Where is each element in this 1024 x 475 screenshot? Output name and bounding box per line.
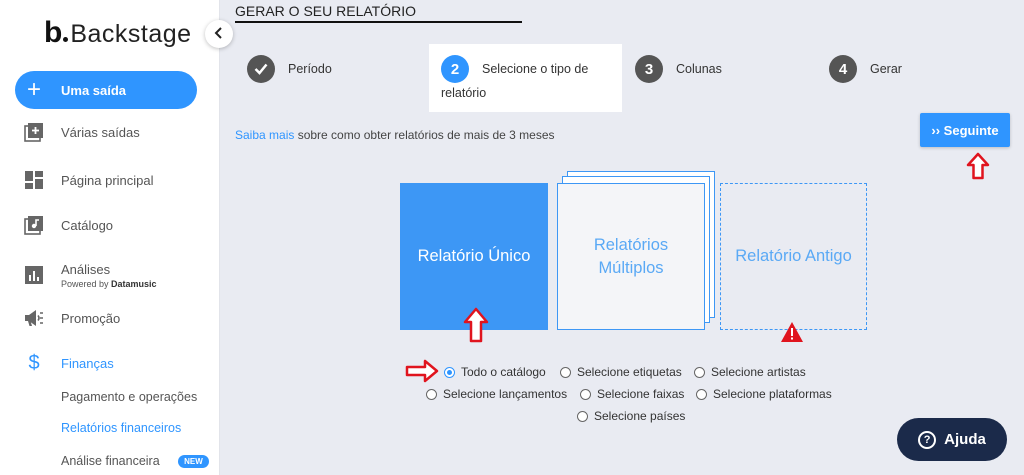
logo-letter: b xyxy=(44,16,63,49)
radio-selecione-plataformas[interactable]: Selecione plataformas xyxy=(696,387,832,401)
sidebar-item-financas[interactable]: $ Finanças xyxy=(15,351,197,375)
radio-dot xyxy=(560,366,571,378)
step-gerar[interactable]: 4 Gerar xyxy=(829,55,902,83)
help-button[interactable]: ? Ajuda xyxy=(897,418,1007,461)
question-icon: ? xyxy=(918,430,937,449)
sidebar: b Backstage + Uma saída Várias saídas Pá… xyxy=(0,0,220,475)
radio-dot xyxy=(426,388,437,400)
radio-selecione-paises[interactable]: Selecione países xyxy=(577,409,685,423)
annotation-arrow-up-icon xyxy=(966,152,990,180)
analises-text: Análises Powered by Datamusic xyxy=(61,262,157,289)
annotation-arrow-up-icon xyxy=(463,307,489,343)
step-number: 4 xyxy=(829,55,857,83)
step-label: Colunas xyxy=(676,62,722,76)
page-title: GERAR O SEU RELATÓRIO xyxy=(235,3,416,19)
radio-dot xyxy=(577,410,588,422)
logo-dot xyxy=(63,37,69,42)
step-colunas[interactable]: 3 Colunas xyxy=(635,55,722,83)
sidebar-item-pagina-principal[interactable]: Página principal xyxy=(15,168,197,192)
radio-label: Selecione lançamentos xyxy=(443,387,568,401)
step-label-continued: relatório xyxy=(441,86,487,100)
radio-dot xyxy=(580,388,591,400)
radio-label: Selecione países xyxy=(594,409,686,423)
megaphone-icon xyxy=(23,307,45,329)
sidebar-subitem-pagamento[interactable]: Pagamento e operações xyxy=(61,390,197,404)
next-button[interactable]: ›› Seguinte xyxy=(920,113,1010,147)
card-multi-line2: Múltiplos xyxy=(598,258,664,277)
sidebar-subitem-analise-financeira[interactable]: Análise financeira NEW xyxy=(61,454,209,469)
radio-selecione-faixas[interactable]: Selecione faixas xyxy=(580,387,684,401)
new-badge: NEW xyxy=(178,455,209,469)
chevron-left-icon xyxy=(214,26,224,42)
catalog-icon xyxy=(23,214,45,236)
powered-by-text: Powered by Datamusic xyxy=(61,279,157,289)
warning-icon xyxy=(781,322,803,342)
checkmark-icon xyxy=(247,55,275,83)
sidebar-item-label: Análises xyxy=(61,261,111,277)
powered-by-brand: Datamusic xyxy=(111,278,157,289)
radio-selecione-artistas[interactable]: Selecione artistas xyxy=(694,365,806,379)
sidebar-item-label: Uma saída xyxy=(61,82,127,98)
annotation-arrow-right-icon xyxy=(405,359,439,383)
radio-dot xyxy=(696,388,707,400)
sidebar-item-promocao[interactable]: Promoção xyxy=(15,306,197,330)
collapse-sidebar-button[interactable] xyxy=(205,20,233,48)
radio-selecione-etiquetas[interactable]: Selecione etiquetas xyxy=(560,365,682,379)
dollar-icon: $ xyxy=(28,351,40,374)
sidebar-subitem-relatorios-financeiros[interactable]: Relatórios financeiros xyxy=(61,421,181,435)
sidebar-item-label: Página principal xyxy=(61,172,154,188)
radio-todo-catalogo[interactable]: Todo o catálogo xyxy=(444,365,546,379)
sidebar-item-label: Catálogo xyxy=(61,217,114,233)
radio-label: Selecione etiquetas xyxy=(577,365,682,379)
sidebar-subitem-label: Análise financeira xyxy=(61,454,160,468)
step-periodo[interactable]: Período xyxy=(247,55,332,83)
sidebar-item-varias-saidas[interactable]: Várias saídas xyxy=(15,120,197,144)
radio-label: Selecione plataformas xyxy=(713,387,832,401)
plus-icon: + xyxy=(26,76,41,103)
sidebar-item-label: Finanças xyxy=(61,355,114,371)
info-text-body: sobre como obter relatórios de mais de 3… xyxy=(294,128,555,142)
sidebar-item-uma-saida[interactable]: + Uma saída xyxy=(15,71,197,109)
step-label: Selecione o tipo de xyxy=(482,62,589,76)
card-multi-line1: Relatórios xyxy=(593,235,669,254)
card-relatorios-multiplos[interactable]: Relatórios Múltiplos xyxy=(557,183,705,330)
dashboard-icon xyxy=(23,169,45,191)
sidebar-item-label: Promoção xyxy=(61,310,121,326)
card-relatorio-antigo[interactable]: Relatório Antigo xyxy=(720,183,867,330)
sidebar-item-label: Várias saídas xyxy=(61,124,140,140)
help-label: Ajuda xyxy=(944,431,986,448)
radio-dot xyxy=(694,366,705,378)
backstage-logo[interactable]: b Backstage xyxy=(44,16,192,50)
saiba-mais-link[interactable]: Saiba mais xyxy=(235,128,294,142)
radio-dot-checked xyxy=(444,366,455,378)
logo-name: Backstage xyxy=(70,20,192,48)
sidebar-item-catalogo[interactable]: Catálogo xyxy=(15,213,197,237)
radio-label: Todo o catálogo xyxy=(461,365,546,379)
radio-label: Selecione faixas xyxy=(597,387,685,401)
info-text: Saiba mais sobre como obter relatórios d… xyxy=(235,128,555,142)
step-label: Gerar xyxy=(870,62,902,76)
add-multiple-icon xyxy=(23,121,45,143)
radio-label: Selecione artistas xyxy=(711,365,806,379)
step-number: 3 xyxy=(635,55,663,83)
powered-by-prefix: Powered by xyxy=(61,278,109,289)
bar-chart-icon xyxy=(23,264,45,286)
sidebar-item-analises[interactable]: Análises Powered by Datamusic xyxy=(15,260,197,290)
title-underline xyxy=(235,21,522,23)
step-tipo-relatorio[interactable]: 2 Selecione o tipo de xyxy=(441,55,588,83)
step-label: Período xyxy=(288,62,332,76)
radio-selecione-lancamentos[interactable]: Selecione lançamentos xyxy=(426,387,567,401)
step-number: 2 xyxy=(441,55,469,83)
